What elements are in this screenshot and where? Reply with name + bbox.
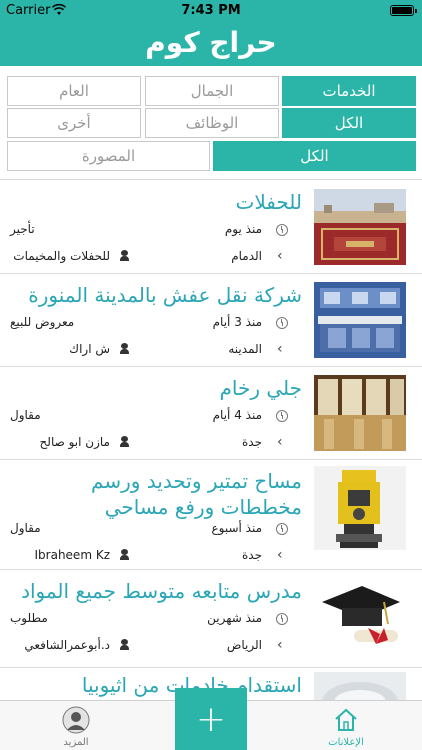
tab-listings-label: الإعلانات xyxy=(328,737,364,748)
listing-type: تأجير xyxy=(10,222,35,236)
listing-user[interactable]: مازن ابو صالح xyxy=(40,435,110,453)
listing-time: منذ يوم xyxy=(224,222,262,236)
user-icon xyxy=(120,639,129,650)
listing-user[interactable]: د.أبوعمرالشافعي xyxy=(24,638,110,656)
user-icon xyxy=(120,549,129,560)
add-listing-button[interactable]: + xyxy=(175,688,247,750)
survey-instrument-photo xyxy=(314,466,406,550)
listing-title[interactable]: مدرس متابعه متوسط جميع المواد xyxy=(12,578,302,604)
marble-floor-photo xyxy=(314,375,406,451)
list-item[interactable]: جلي رخام منذ 4 أيام مقاول ‹ جدة مازن ابو… xyxy=(0,367,422,460)
status-bar: Carrier 7:43 PM xyxy=(0,0,422,22)
listing-type: مقاول xyxy=(10,521,41,535)
filter-general[interactable]: العام xyxy=(7,76,141,106)
listing-city: جدة xyxy=(241,435,262,449)
listing-city: الدمام xyxy=(231,249,262,263)
carpet-photo xyxy=(314,189,406,265)
listing-type: مطلوب xyxy=(10,611,48,625)
tab-more-label: المزيد xyxy=(63,737,89,748)
listing-user[interactable]: Ibraheem Kz xyxy=(35,548,111,566)
listing-time: منذ 3 أيام xyxy=(212,315,262,329)
app-header: حراج كوم xyxy=(0,22,422,66)
location-chevron-icon: ‹ xyxy=(277,248,283,264)
list-item[interactable]: مدرس متابعه متوسط جميع المواد منذ شهرين … xyxy=(0,570,422,668)
listing-title[interactable]: مساح تمتير وتحديد ورسم مخططات ورفع مساحي xyxy=(12,468,302,520)
filter-jobs[interactable]: الوظائف xyxy=(145,108,279,138)
filter-camels[interactable]: الجمال xyxy=(145,76,279,106)
filter-with-photos[interactable]: المصورة xyxy=(7,141,210,171)
filter-subcategory-all[interactable]: الكل xyxy=(282,108,416,138)
clock-icon xyxy=(276,410,288,422)
listing-title[interactable]: جلي رخام xyxy=(12,375,302,401)
filter-services[interactable]: الخدمات xyxy=(282,76,416,106)
graduation-cap-photo xyxy=(314,578,406,654)
location-chevron-icon: ‹ xyxy=(277,341,283,357)
location-chevron-icon: ‹ xyxy=(277,547,283,563)
profile-icon xyxy=(62,706,90,734)
listing-time: منذ أسبوع xyxy=(211,521,262,535)
clock-icon xyxy=(276,613,288,625)
listing-time: منذ 4 أيام xyxy=(212,408,262,422)
battery-icon xyxy=(390,5,417,16)
list-item[interactable]: مساح تمتير وتحديد ورسم مخططات ورفع مساحي… xyxy=(0,460,422,570)
clock-icon xyxy=(276,317,288,329)
tab-more[interactable]: المزيد xyxy=(46,705,106,749)
clock-icon xyxy=(276,224,288,236)
listing-title[interactable]: شركة نقل عفش بالمدينة المنورة xyxy=(12,282,302,308)
listings-list: للحفلات منذ يوم تأجير ‹ الدمام للحفلات و… xyxy=(0,181,422,700)
category-filters: الخدمات الجمال العام الكل الوظائف أخرى ا… xyxy=(0,66,422,180)
app-title: حراج كوم xyxy=(145,26,277,59)
location-chevron-icon: ‹ xyxy=(277,434,283,450)
filter-other[interactable]: أخرى xyxy=(7,108,141,138)
listing-type: مقاول xyxy=(10,408,41,422)
listing-time: منذ شهرين xyxy=(207,611,262,625)
clock-icon xyxy=(276,523,288,535)
listing-city: جدة xyxy=(241,548,262,562)
listing-city: المدينه xyxy=(228,342,262,356)
listing-city: الرياض xyxy=(226,638,262,652)
home-icon xyxy=(335,708,357,731)
location-chevron-icon: ‹ xyxy=(277,637,283,653)
list-item[interactable]: للحفلات منذ يوم تأجير ‹ الدمام للحفلات و… xyxy=(0,181,422,274)
list-item[interactable]: شركة نقل عفش بالمدينة المنورة منذ 3 أيام… xyxy=(0,274,422,367)
clock-time: 7:43 PM xyxy=(181,3,241,18)
listing-user[interactable]: للحفلات والمخيمات xyxy=(13,249,110,267)
listing-title[interactable]: استقدام خادمات من اثيوبيا xyxy=(12,672,302,698)
listing-type: معروض للبيع xyxy=(10,315,75,329)
kitchen-photo xyxy=(314,282,406,358)
listing-title[interactable]: للحفلات xyxy=(12,189,302,215)
fabric-photo xyxy=(314,672,406,700)
filter-all-listings[interactable]: الكل xyxy=(213,141,416,171)
user-icon xyxy=(120,250,129,261)
user-icon xyxy=(120,436,129,447)
user-icon xyxy=(120,343,129,354)
tab-listings[interactable]: الإعلانات xyxy=(316,705,376,749)
listing-user[interactable]: ش اراك xyxy=(69,342,110,360)
